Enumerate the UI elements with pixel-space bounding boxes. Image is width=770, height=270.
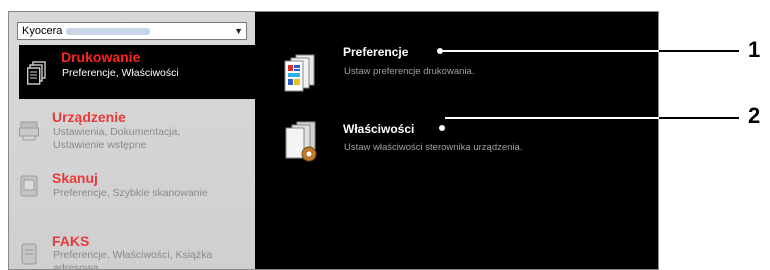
callout-line-1 <box>659 50 739 52</box>
properties-entry[interactable]: Właściwości Ustaw właściwości sterownika… <box>255 112 658 172</box>
callout-marker-2 <box>439 125 445 131</box>
callout-line-1-inner <box>443 50 659 52</box>
sidebar-item-subtitle: Preferencje, Szybkie skanowanie <box>53 187 208 199</box>
document-stack-color-icon <box>284 54 315 92</box>
document-gear-icon <box>285 121 317 162</box>
properties-title: Właściwości <box>343 122 415 136</box>
preferences-entry[interactable]: Preferencje Ustaw preferencje drukowania… <box>255 40 658 100</box>
sidebar-item-label: FAKS <box>52 233 90 249</box>
sidebar-item-label: Drukowanie <box>61 49 141 65</box>
fax-icon <box>21 243 37 265</box>
callout-number-2: 2 <box>748 103 761 128</box>
callout-number-1: 1 <box>748 37 761 62</box>
callout-line-2-inner <box>445 117 659 119</box>
callout-line-2 <box>659 117 739 119</box>
sidebar-item-subtitle-line2: adresowa <box>53 262 99 270</box>
sidebar-item-print[interactable]: Drukowanie Preferencje, Właściwości <box>19 45 255 99</box>
sidebar-item-device[interactable]: Urządzenie Ustawienia, Dokumentacja, Ust… <box>9 105 255 155</box>
preferences-description: Ustaw preferencje drukowania. <box>344 66 475 77</box>
preferences-title: Preferencje <box>343 45 409 59</box>
sidebar-item-fax[interactable]: FAKS Preferencje, Właściwości, Książka a… <box>9 230 255 270</box>
printer-pages-icon <box>27 61 46 85</box>
chevron-down-icon[interactable]: ▼ <box>234 23 243 39</box>
sidebar-item-label: Urządzenie <box>52 109 126 125</box>
device-icon <box>19 121 39 141</box>
sidebar-item-label: Skanuj <box>52 170 98 186</box>
sidebar-item-subtitle-line1: Preferencje, Właściwości, Książka <box>53 249 213 261</box>
scanner-icon <box>20 175 38 197</box>
device-select-value: Kyocera <box>22 25 63 37</box>
sidebar-item-scan[interactable]: Skanuj Preferencje, Szybkie skanowanie <box>9 166 255 206</box>
sidebar: Kyocera ▼ Drukowanie Preferencje, Właści… <box>9 12 255 270</box>
device-select[interactable]: Kyocera ▼ <box>17 22 247 40</box>
properties-description: Ustaw właściwości sterownika urządzenia. <box>344 142 523 153</box>
sidebar-item-subtitle-line1: Ustawienia, Dokumentacja, <box>53 126 181 138</box>
sidebar-item-subtitle-line2: Ustawienie wstępne <box>53 139 147 151</box>
device-model-redacted <box>66 27 151 35</box>
sidebar-item-subtitle: Preferencje, Właściwości <box>62 67 179 79</box>
